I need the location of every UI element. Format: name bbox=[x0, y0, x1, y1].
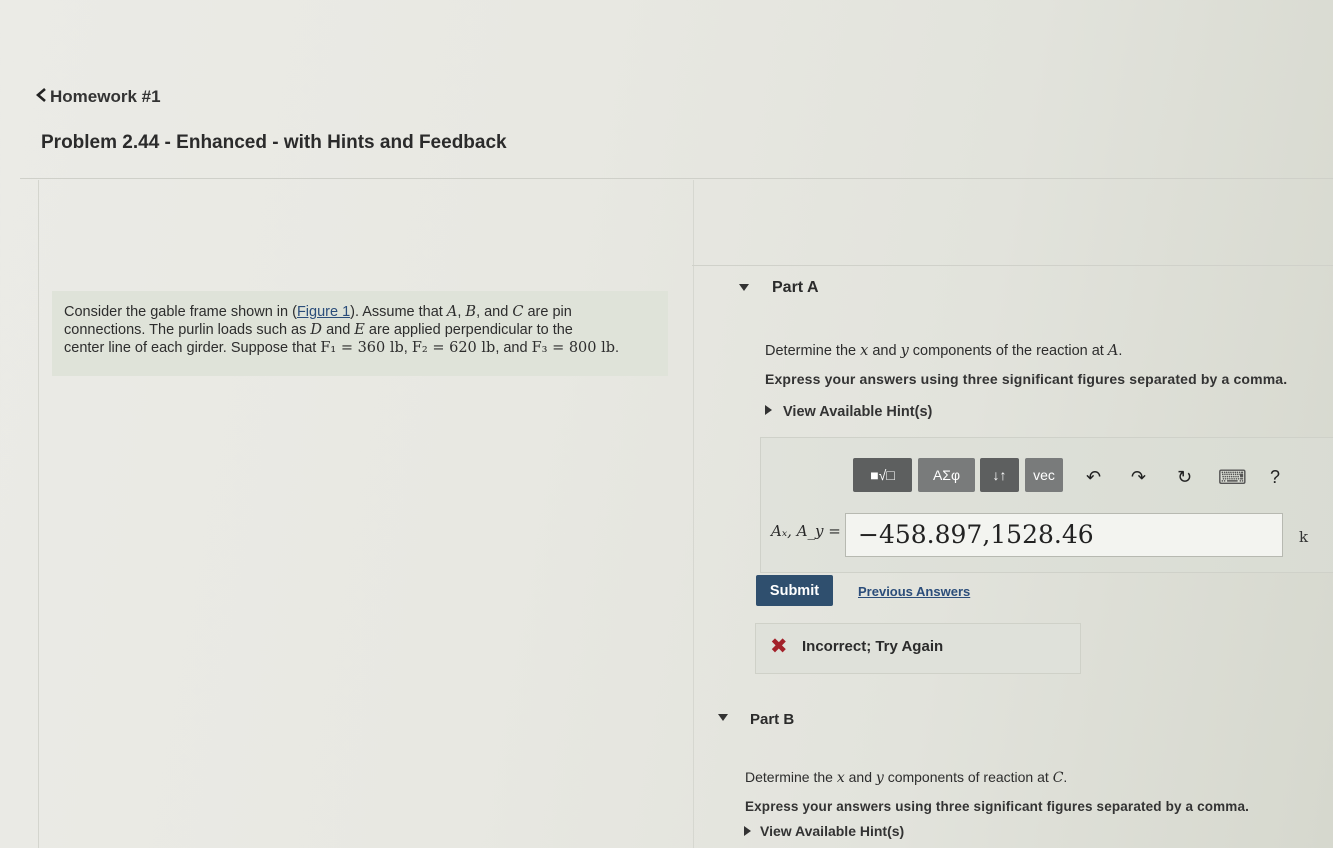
part-b-hint-toggle[interactable] bbox=[744, 826, 751, 836]
arrows-button[interactable]: ↓↑ bbox=[980, 458, 1019, 492]
part-b-label: Part B bbox=[750, 711, 795, 728]
answer-input[interactable]: −458.897,1528.46 bbox=[845, 513, 1283, 557]
page-title: Problem 2.44 - Enhanced - with Hints and… bbox=[41, 132, 507, 153]
vec-button[interactable]: vec bbox=[1025, 458, 1063, 492]
greek-symbols-button[interactable]: ΑΣφ bbox=[918, 458, 975, 492]
part-divider bbox=[692, 265, 1333, 266]
chevron-left-icon bbox=[36, 87, 50, 107]
redo-icon[interactable]: ↷ bbox=[1131, 467, 1146, 488]
part-a-toggle[interactable] bbox=[739, 284, 749, 291]
force-f1: F₁ = 360 lb bbox=[320, 340, 404, 356]
templates-button[interactable]: ■√□ bbox=[853, 458, 912, 492]
part-b-instructions: Express your answers using three signifi… bbox=[745, 799, 1250, 814]
part-b-hint-link[interactable]: View Available Hint(s) bbox=[760, 823, 904, 839]
help-button[interactable]: ? bbox=[1270, 467, 1280, 488]
answer-label: Aₓ, A_y = bbox=[771, 522, 841, 540]
part-a-hint-toggle[interactable] bbox=[765, 405, 772, 415]
problem-panel bbox=[38, 180, 694, 848]
part-a-question: Determine the x and y components of the … bbox=[765, 343, 1123, 359]
reset-icon[interactable]: ↻ bbox=[1177, 467, 1192, 488]
incorrect-x-icon: ✖ bbox=[770, 635, 788, 658]
templates-icon: ■√□ bbox=[870, 467, 895, 483]
part-b-toggle[interactable] bbox=[718, 714, 728, 721]
caret-down-icon bbox=[718, 714, 728, 721]
answer-unit: k bbox=[1299, 528, 1309, 546]
caret-down-icon bbox=[739, 284, 749, 291]
problem-statement: Consider the gable frame shown in (Figur… bbox=[52, 291, 668, 376]
problem-line-1: Consider the gable frame shown in (Figur… bbox=[64, 304, 572, 320]
feedback-message: Incorrect; Try Again bbox=[802, 638, 944, 655]
part-a-hint-link[interactable]: View Available Hint(s) bbox=[783, 404, 932, 420]
part-a-label: Part A bbox=[772, 279, 819, 296]
caret-right-icon bbox=[744, 826, 751, 836]
previous-answers-link[interactable]: Previous Answers bbox=[858, 584, 970, 599]
caret-right-icon bbox=[765, 405, 772, 415]
problem-line-3: center line of each girder. Suppose that… bbox=[64, 340, 620, 356]
force-f3: F₃ = 800 lb bbox=[531, 340, 616, 356]
submit-button[interactable]: Submit bbox=[756, 575, 833, 606]
header-divider bbox=[20, 178, 1333, 179]
part-b-question: Determine the x and y components of reac… bbox=[745, 769, 1068, 786]
part-a-instructions: Express your answers using three signifi… bbox=[765, 371, 1288, 387]
arrows-icon: ↓↑ bbox=[992, 467, 1007, 483]
force-f2: F₂ = 620 lb bbox=[411, 340, 496, 356]
back-link-homework[interactable]: Homework #1 bbox=[36, 87, 161, 107]
undo-icon[interactable]: ↶ bbox=[1086, 467, 1101, 488]
back-link-label: Homework #1 bbox=[50, 87, 161, 106]
figure-link[interactable]: Figure 1 bbox=[297, 304, 350, 320]
problem-line-2: connections. The purlin loads such as D … bbox=[64, 322, 573, 338]
keyboard-icon[interactable]: ⌨ bbox=[1218, 465, 1247, 490]
